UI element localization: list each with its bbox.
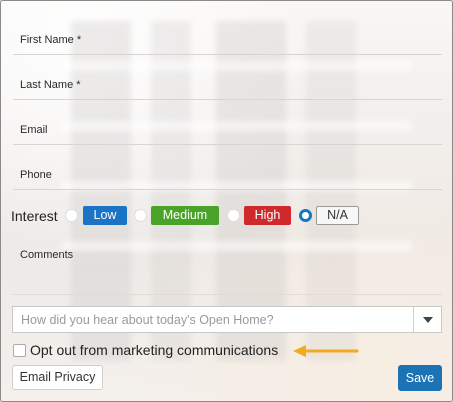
email-field[interactable]: Email	[13, 101, 442, 145]
opt-out-label: Opt out from marketing communications	[30, 342, 279, 358]
first-name-label: First Name *	[20, 34, 82, 46]
comments-field[interactable]	[13, 294, 442, 295]
interest-high-radio[interactable]	[227, 209, 240, 222]
save-button[interactable]: Save	[398, 365, 442, 391]
interest-na-radio[interactable]	[299, 209, 312, 222]
interest-low-radio[interactable]	[65, 209, 78, 222]
comments-label: Comments	[20, 249, 74, 261]
open-home-source-select[interactable]: How did you hear about today's Open Home…	[12, 306, 442, 333]
open-home-registration-form: First Name * Last Name * Email Phone Int…	[1, 1, 452, 401]
phone-label: Phone	[20, 169, 52, 181]
first-name-field[interactable]: First Name *	[13, 11, 442, 55]
interest-label: Interest	[11, 208, 58, 224]
form-panel: First Name * Last Name * Email Phone Int…	[0, 0, 453, 402]
interest-radio-group: Interest Low Medium High N/A	[1, 204, 452, 228]
last-name-label: Last Name *	[20, 79, 81, 91]
open-home-source-placeholder: How did you hear about today's Open Home…	[21, 313, 274, 327]
interest-medium-radio[interactable]	[134, 209, 147, 222]
phone-field[interactable]: Phone	[13, 146, 442, 190]
arrow-left-icon	[293, 345, 359, 357]
dropdown-toggle[interactable]	[413, 307, 441, 332]
interest-high-badge[interactable]: High	[244, 206, 291, 225]
interest-low-badge[interactable]: Low	[83, 206, 127, 225]
interest-medium-badge[interactable]: Medium	[151, 206, 219, 225]
caret-down-icon	[422, 316, 433, 323]
last-name-field[interactable]: Last Name *	[13, 56, 442, 100]
email-privacy-button[interactable]: Email Privacy	[12, 365, 103, 390]
interest-na-badge[interactable]: N/A	[316, 206, 359, 225]
opt-out-checkbox[interactable]	[13, 344, 26, 357]
email-label: Email	[20, 124, 48, 136]
